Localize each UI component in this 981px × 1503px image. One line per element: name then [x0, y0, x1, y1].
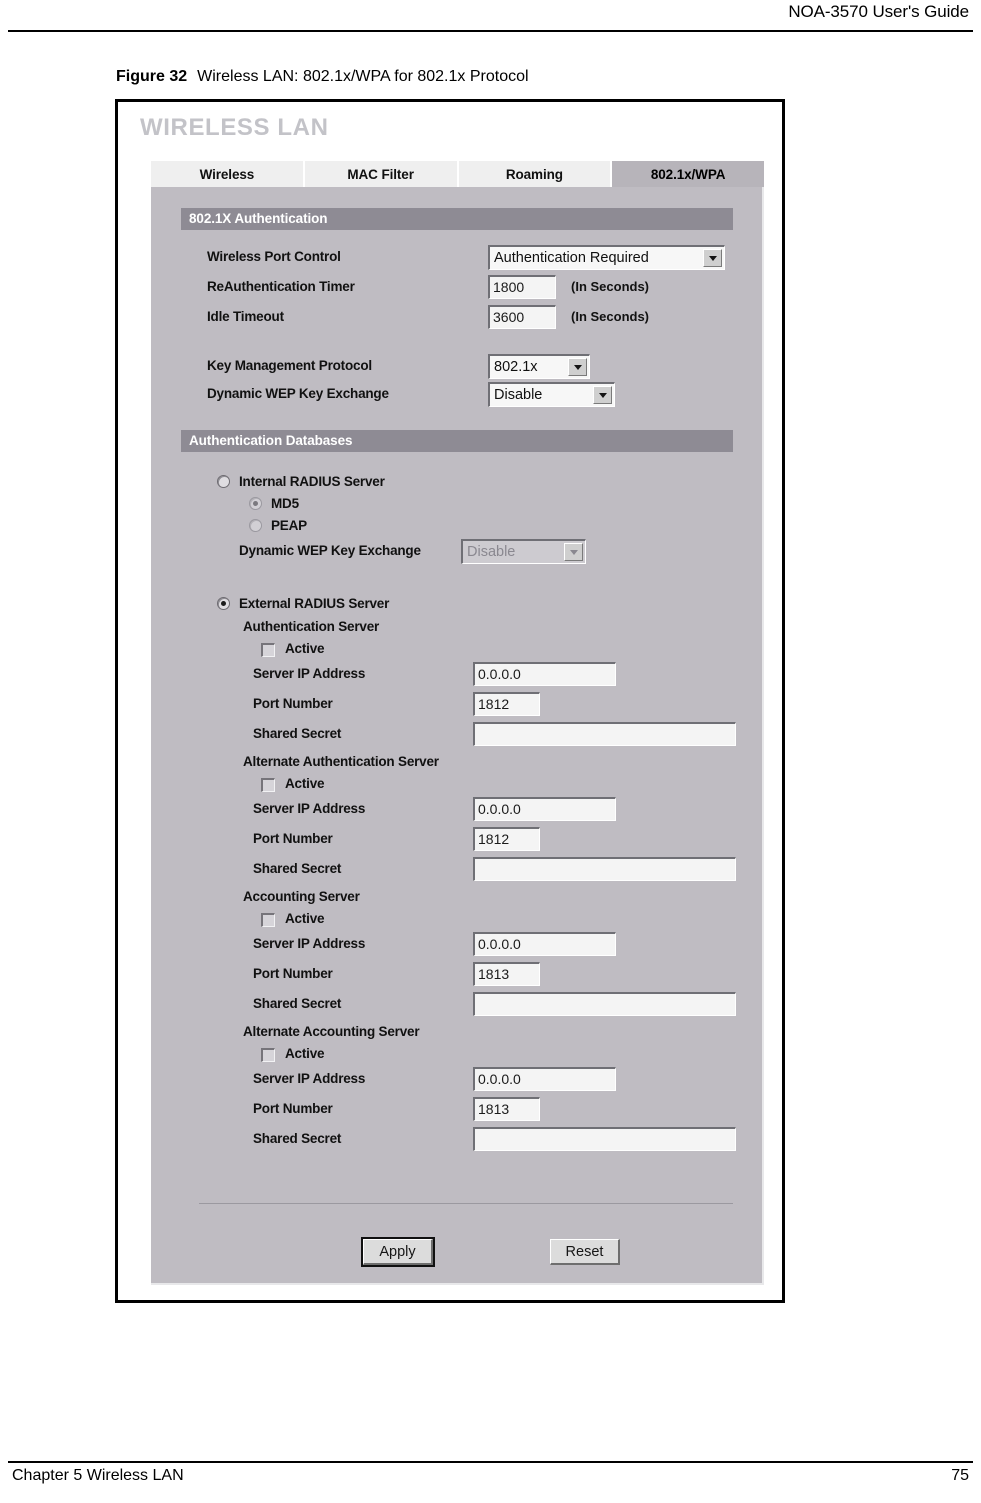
input-reauthentication-timer[interactable]: 1800 [488, 275, 556, 299]
label-md5: MD5 [271, 496, 299, 511]
tab-roaming[interactable]: Roaming [458, 161, 613, 187]
label-alternate-accounting-server-secret: Shared Secret [253, 1131, 342, 1146]
input-alternate-accounting-server-port[interactable]: 1813 [473, 1097, 540, 1121]
running-header-title: NOA-3570 User's Guide [788, 2, 969, 21]
tab-bar: Wireless MAC Filter Roaming 802.1x/WPA [151, 161, 764, 187]
checkbox-alternate-authentication-server-active[interactable] [261, 778, 275, 792]
label-accounting-server-secret: Shared Secret [253, 996, 342, 1011]
input-alternate-authentication-server-secret[interactable] [473, 857, 736, 881]
label-internal-radius-server: Internal RADIUS Server [239, 474, 385, 489]
input-alternate-authentication-server-ip[interactable]: 0.0.0.0 [473, 797, 616, 821]
checkbox-authentication-server-active[interactable] [261, 643, 275, 657]
page-footer-rule [8, 1461, 973, 1463]
app-title: WIRELESS LAN [140, 114, 329, 141]
chevron-down-icon[interactable] [593, 386, 612, 404]
input-alternate-authentication-server-port[interactable]: 1812 [473, 827, 540, 851]
checkbox-accounting-server-active[interactable] [261, 913, 275, 927]
label-authentication-server-ip: Server IP Address [253, 666, 366, 681]
label-internal-dynamic-wep-key-exchange: Dynamic WEP Key Exchange [239, 543, 421, 558]
tab-8021x-wpa[interactable]: 802.1x/WPA [612, 161, 764, 187]
web-config-window: WIRELESS LAN Wireless MAC Filter Roaming… [118, 102, 782, 1300]
input-authentication-server-port[interactable]: 1812 [473, 692, 540, 716]
radio-md5[interactable] [249, 497, 262, 510]
note-idle-timeout-unit: (In Seconds) [571, 309, 650, 324]
tab-wireless[interactable]: Wireless [151, 161, 305, 187]
label-alternate-accounting-server-active: Active [285, 1046, 325, 1061]
input-accounting-server-ip[interactable]: 0.0.0.0 [473, 932, 616, 956]
tab-mac-filter[interactable]: MAC Filter [304, 161, 459, 187]
figure-title: Wireless LAN: 802.1x/WPA for 802.1x Prot… [197, 68, 529, 85]
label-alternate-accounting-server-port: Port Number [253, 1101, 333, 1116]
select-wireless-port-control[interactable]: Authentication Required [488, 245, 725, 270]
radio-peap[interactable] [249, 519, 262, 532]
label-peap: PEAP [271, 518, 307, 533]
chevron-down-icon [564, 543, 583, 561]
label-accounting-server-active: Active [285, 911, 325, 926]
input-accounting-server-port[interactable]: 1813 [473, 962, 540, 986]
select-internal-dynamic-wep-key-exchange: Disable [461, 539, 586, 564]
figure-number: Figure 32 [116, 68, 188, 85]
page-header: NOA-3570 User's Guide [0, 0, 981, 28]
screenshot-figure: WIRELESS LAN Wireless MAC Filter Roaming… [115, 99, 785, 1303]
input-idle-timeout[interactable]: 3600 [488, 305, 556, 329]
select-key-management-protocol[interactable]: 802.1x [488, 354, 590, 379]
select-internal-dynamic-wep-key-exchange-value: Disable [467, 544, 516, 560]
input-alternate-accounting-server-secret[interactable] [473, 1127, 736, 1151]
label-alternate-authentication-server-port: Port Number [253, 831, 333, 846]
input-authentication-server-secret[interactable] [473, 722, 736, 746]
settings-panel: 802.1X Authentication Wireless Port Cont… [151, 187, 764, 1285]
section-header-authentication-databases: Authentication Databases [181, 430, 733, 452]
label-authentication-server-port: Port Number [253, 696, 333, 711]
label-alternate-authentication-server-secret: Shared Secret [253, 861, 342, 876]
select-wireless-port-control-value: Authentication Required [494, 250, 649, 266]
label-external-radius-server: External RADIUS Server [239, 596, 390, 611]
label-dynamic-wep-key-exchange: Dynamic WEP Key Exchange [207, 386, 389, 401]
label-alternate-accounting-server-ip: Server IP Address [253, 1071, 366, 1086]
reset-button[interactable]: Reset [550, 1239, 620, 1265]
label-alternate-authentication-server-active: Active [285, 776, 325, 791]
label-key-management-protocol: Key Management Protocol [207, 358, 372, 373]
label-wireless-port-control: Wireless Port Control [207, 249, 341, 264]
label-authentication-server-active: Active [285, 641, 325, 656]
footer-chapter: Chapter 5 Wireless LAN [12, 1467, 184, 1484]
form-divider [199, 1203, 733, 1204]
apply-button[interactable]: Apply [361, 1237, 435, 1267]
select-dynamic-wep-key-exchange[interactable]: Disable [488, 382, 615, 407]
group-title-alternate-accounting-server: Alternate Accounting Server [243, 1024, 420, 1039]
input-accounting-server-secret[interactable] [473, 992, 736, 1016]
section-header-8021x-authentication: 802.1X Authentication [181, 208, 733, 230]
label-accounting-server-port: Port Number [253, 966, 333, 981]
chevron-down-icon[interactable] [568, 358, 587, 376]
label-authentication-server-secret: Shared Secret [253, 726, 342, 741]
note-reauthentication-timer-unit: (In Seconds) [571, 279, 650, 294]
select-key-management-protocol-value: 802.1x [494, 359, 538, 375]
input-authentication-server-ip[interactable]: 0.0.0.0 [473, 662, 616, 686]
label-reauthentication-timer: ReAuthentication Timer [207, 279, 355, 294]
label-alternate-authentication-server-ip: Server IP Address [253, 801, 366, 816]
label-idle-timeout: Idle Timeout [207, 309, 284, 324]
select-dynamic-wep-key-exchange-value: Disable [494, 387, 543, 403]
checkbox-alternate-accounting-server-active[interactable] [261, 1048, 275, 1062]
page-footer: Chapter 5 Wireless LAN 75 [8, 1467, 973, 1493]
input-alternate-accounting-server-ip[interactable]: 0.0.0.0 [473, 1067, 616, 1091]
group-title-alternate-authentication-server: Alternate Authentication Server [243, 754, 439, 769]
group-title-accounting-server: Accounting Server [243, 889, 360, 904]
chevron-down-icon[interactable] [703, 249, 722, 267]
group-title-authentication-server: Authentication Server [243, 619, 380, 634]
label-accounting-server-ip: Server IP Address [253, 936, 366, 951]
footer-page-number: 75 [951, 1467, 969, 1484]
radio-external-radius-server[interactable] [217, 597, 230, 610]
figure-caption: Figure 32 Wireless LAN: 802.1x/WPA for 80… [116, 68, 529, 86]
page-header-rule [8, 30, 973, 32]
radio-internal-radius-server[interactable] [217, 475, 230, 488]
